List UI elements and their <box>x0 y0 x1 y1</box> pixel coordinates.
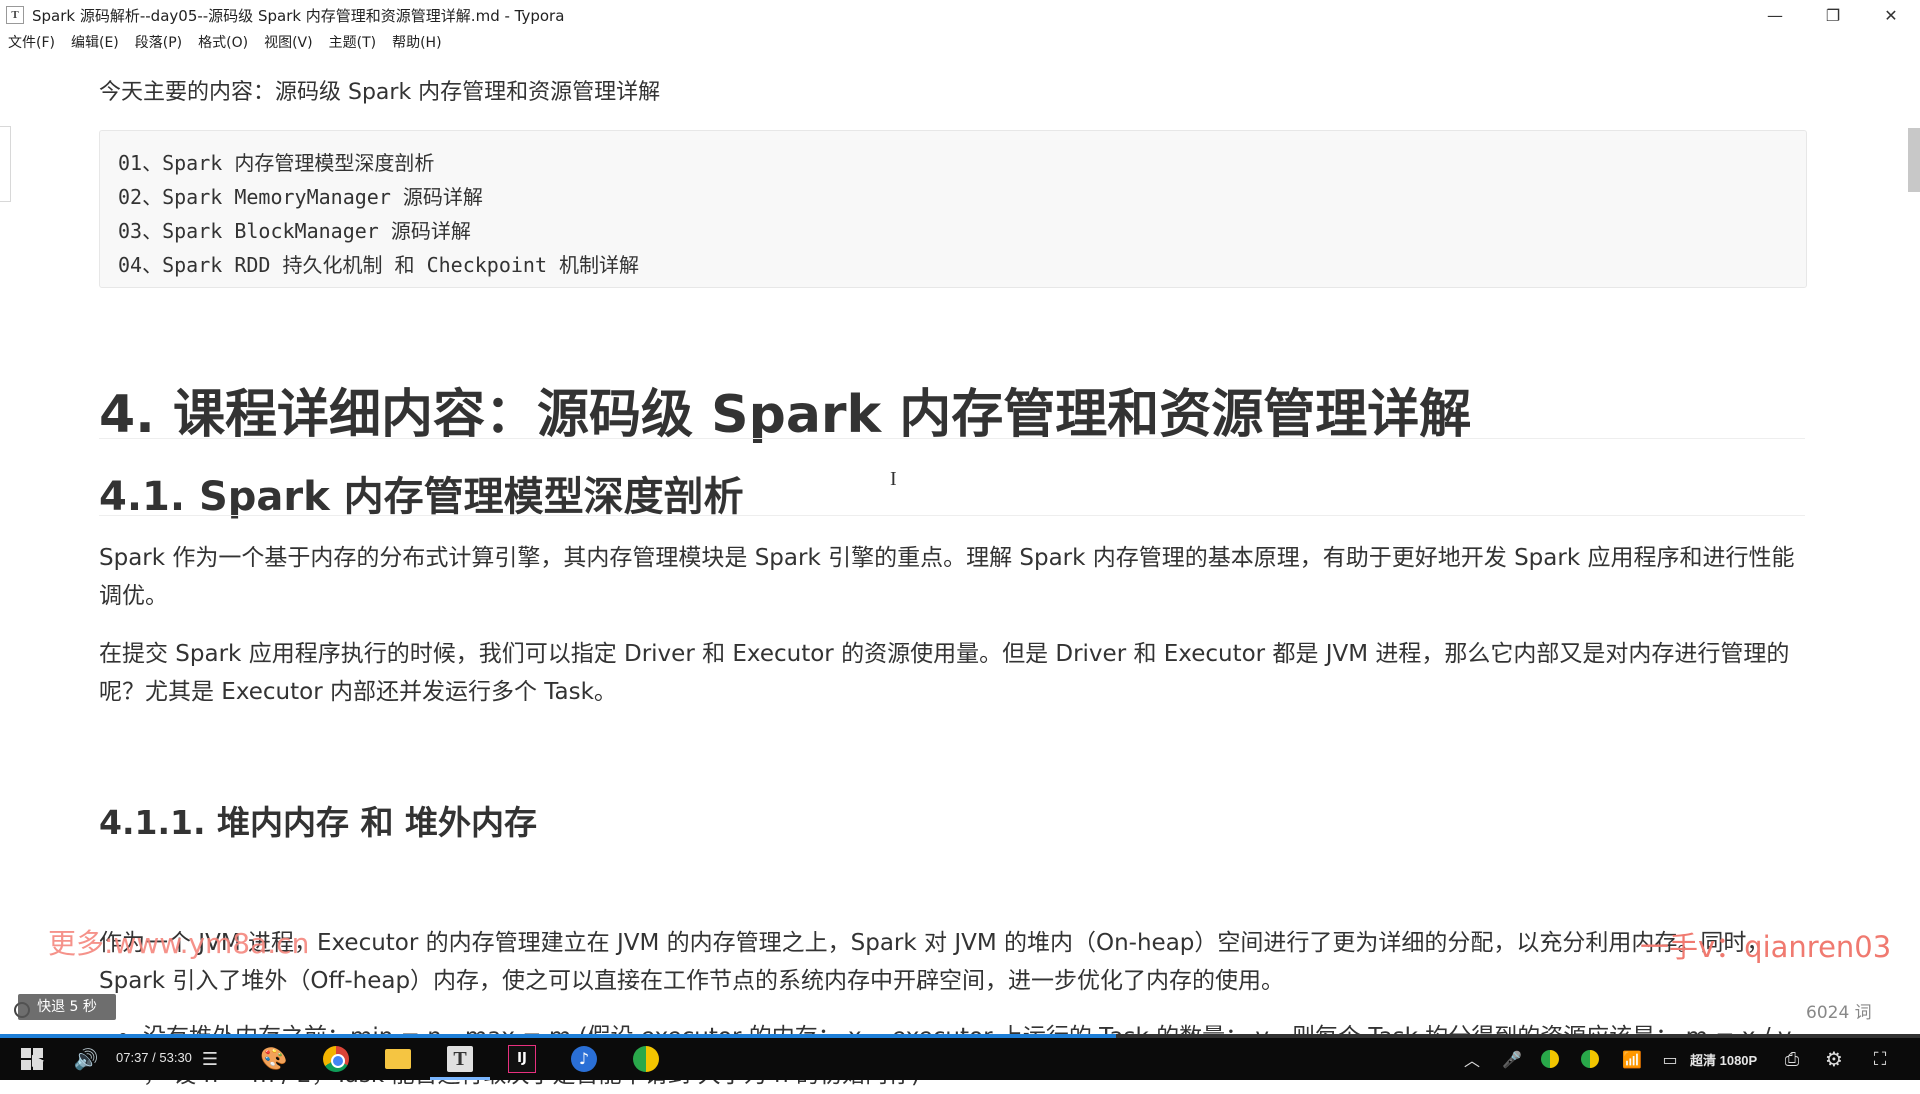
close-button[interactable]: ✕ <box>1862 0 1920 30</box>
wifi-icon[interactable]: 📶 <box>1620 1038 1644 1080</box>
intellij-icon[interactable]: IJ <box>504 1038 540 1080</box>
paragraph: Spark 作为一个基于内存的分布式计算引擎，其内存管理模块是 Spark 引擎… <box>99 545 1795 609</box>
window-title: Spark 源码解析--day05--源码级 Spark 内存管理和资源管理详解… <box>32 6 565 25</box>
menu-format[interactable]: 格式(O) <box>198 32 248 52</box>
minimize-button[interactable]: — <box>1746 0 1804 30</box>
rewind-toast: 快退 5 秒 <box>18 994 116 1020</box>
paragraph: 作为一个 JVM 进程，Executor 的内存管理建立在 JVM 的内存管理之… <box>99 930 1770 994</box>
heading-divider <box>99 515 1805 516</box>
music-player-icon[interactable]: ♪ <box>566 1038 602 1080</box>
menu-theme[interactable]: 主题(T) <box>329 32 376 52</box>
sidebar-toggle-handle[interactable] <box>0 126 11 202</box>
chrome-icon[interactable] <box>318 1038 354 1080</box>
code-line: 04、Spark RDD 持久化机制 和 Checkpoint 机制详解 <box>118 253 640 277</box>
menu-help[interactable]: 帮助(H) <box>392 32 441 52</box>
app-ball-icon[interactable] <box>628 1038 664 1080</box>
tray-app-icon[interactable] <box>1578 1038 1602 1080</box>
text-cursor-icon: I <box>890 468 897 490</box>
scrollbar-thumb[interactable] <box>1908 128 1920 192</box>
fullscreen-icon[interactable]: ⛶ <box>1866 1038 1894 1080</box>
task-view-icon[interactable]: ☰ <box>196 1038 224 1080</box>
volume-icon[interactable]: 🔊 <box>72 1038 100 1080</box>
title-bar: T Spark 源码解析--day05--源码级 Spark 内存管理和资源管理… <box>0 0 1920 30</box>
watermark-right: 一手v：qianren03 <box>1640 930 1892 964</box>
play-icon[interactable]: ▶ <box>28 1038 48 1080</box>
menu-file[interactable]: 文件(F) <box>8 32 55 52</box>
paint-icon[interactable]: 🎨 <box>256 1038 292 1080</box>
code-line: 03、Spark BlockManager 源码详解 <box>118 219 471 243</box>
word-count[interactable]: 6024 词 <box>1806 998 1872 1023</box>
heading-3: 4.1.1. 堆内内存 和 堆外内存 <box>99 803 537 842</box>
playback-time: 07:37 / 53:30 <box>116 1050 192 1065</box>
quality-selector[interactable]: 超清 1080P <box>1690 1050 1757 1069</box>
window-controls: — ❐ ✕ <box>1746 0 1920 30</box>
restore-button[interactable]: ❐ <box>1804 0 1862 30</box>
typora-app-icon: T <box>6 6 24 24</box>
heading-divider <box>99 438 1805 439</box>
file-explorer-icon[interactable] <box>380 1038 416 1080</box>
code-line: 01、Spark 内存管理模型深度剖析 <box>118 151 435 175</box>
code-block[interactable]: 01、Spark 内存管理模型深度剖析 02、Spark MemoryManag… <box>99 130 1807 288</box>
menu-paragraph[interactable]: 段落(P) <box>135 32 182 52</box>
battery-icon[interactable]: ▭ <box>1658 1038 1682 1080</box>
typora-taskbar-icon[interactable]: T <box>442 1038 478 1080</box>
microphone-icon[interactable]: 🎤 <box>1500 1038 1524 1080</box>
intro-text: 今天主要的内容：源码级 Spark 内存管理和资源管理详解 <box>99 80 661 105</box>
chevron-up-icon[interactable]: ︿ <box>1460 1038 1484 1080</box>
heading-1: 4. 课程详细内容：源码级 Spark 内存管理和资源管理详解 <box>99 385 1472 445</box>
settings-gear-icon[interactable]: ⚙ <box>1820 1038 1848 1080</box>
heading-2: 4.1. Spark 内存管理模型深度剖析 <box>99 474 744 520</box>
menu-view[interactable]: 视图(V) <box>264 32 313 52</box>
watermark-left: 更多:www.ym8a.cn <box>48 927 310 960</box>
menu-bar: 文件(F) 编辑(E) 段落(P) 格式(O) 视图(V) 主题(T) 帮助(H… <box>0 30 1920 54</box>
paragraph: 在提交 Spark 应用程序执行的时候，我们可以指定 Driver 和 Exec… <box>99 641 1790 705</box>
tray-app-icon[interactable] <box>1538 1038 1562 1080</box>
code-line: 02、Spark MemoryManager 源码详解 <box>118 185 483 209</box>
screenshot-icon[interactable]: ⎙ <box>1778 1038 1806 1080</box>
menu-edit[interactable]: 编辑(E) <box>71 32 119 52</box>
